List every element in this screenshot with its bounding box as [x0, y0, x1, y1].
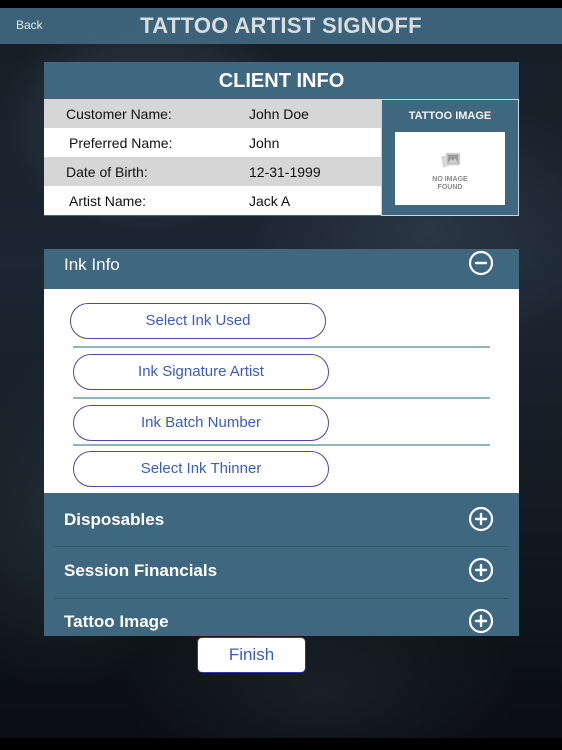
photo-placeholder-icon	[441, 152, 461, 168]
ink-info-section: Ink Info Select Ink Used Ink Signature A…	[44, 249, 519, 493]
ink-info-title: Ink Info	[64, 255, 120, 274]
ink-batch-number-button[interactable]: Ink Batch Number	[73, 405, 329, 441]
tattoo-image-panel[interactable]: TATTOO IMAGE NO IMAGE FOUND	[381, 99, 519, 216]
info-row-customer-name: Customer Name: John Doe	[44, 99, 381, 128]
no-image-text: NO IMAGE FOUND	[395, 176, 505, 192]
divider	[73, 444, 490, 446]
tattoo-image-section-title: Tattoo Image	[64, 612, 169, 631]
info-value: John Doe	[249, 106, 309, 122]
info-label: Date of Birth:	[66, 164, 148, 180]
ink-signature-artist-button[interactable]: Ink Signature Artist	[73, 354, 329, 390]
ink-info-header[interactable]: Ink Info	[44, 249, 519, 289]
status-bar	[0, 0, 562, 8]
info-value: Jack A	[249, 193, 291, 209]
session-financials-title: Session Financials	[64, 561, 218, 580]
disposables-title: Disposables	[64, 510, 165, 529]
client-info-title: CLIENT INFO	[218, 70, 345, 92]
client-info-table: Customer Name: John Doe Preferred Name: …	[44, 99, 381, 215]
select-ink-used-button[interactable]: Select Ink Used	[70, 303, 326, 339]
info-label: Customer Name:	[66, 106, 172, 122]
info-value: 12-31-1999	[249, 164, 321, 180]
no-image-line2: FOUND	[437, 184, 463, 191]
disposables-header[interactable]: Disposables	[44, 493, 519, 544]
plus-circle-icon[interactable]	[468, 557, 494, 583]
bottom-bar	[0, 738, 562, 750]
navigation-bar: Back TATTOO ARTIST SIGNOFF	[0, 8, 562, 44]
minus-circle-icon[interactable]	[468, 250, 494, 276]
image-placeholder: NO IMAGE FOUND	[395, 132, 505, 205]
finish-button[interactable]: Finish	[197, 637, 306, 673]
divider	[73, 346, 490, 348]
info-row-preferred-name: Preferred Name: John	[44, 128, 381, 157]
page-title: TATTOO ARTIST SIGNOFF	[140, 13, 422, 38]
plus-circle-icon[interactable]	[468, 608, 494, 634]
info-value: John	[249, 135, 280, 151]
tattoo-image-title: TATTOO IMAGE	[408, 110, 492, 122]
info-row-date-of-birth: Date of Birth: 12-31-1999	[44, 157, 381, 186]
select-ink-thinner-button[interactable]: Select Ink Thinner	[73, 451, 329, 487]
info-row-artist-name: Artist Name: Jack A	[44, 186, 381, 215]
collapsed-sections: Disposables Session Financials Tattoo Im…	[44, 493, 519, 636]
tattoo-image-header[interactable]: Tattoo Image	[44, 595, 519, 636]
session-financials-header[interactable]: Session Financials	[44, 544, 519, 595]
ink-info-body: Select Ink Used Ink Signature Artist Ink…	[44, 289, 519, 493]
divider	[73, 397, 490, 399]
plus-circle-icon[interactable]	[468, 506, 494, 532]
info-label: Preferred Name:	[69, 135, 173, 151]
info-label: Artist Name:	[69, 193, 147, 209]
no-image-line1: NO IMAGE	[432, 176, 468, 183]
